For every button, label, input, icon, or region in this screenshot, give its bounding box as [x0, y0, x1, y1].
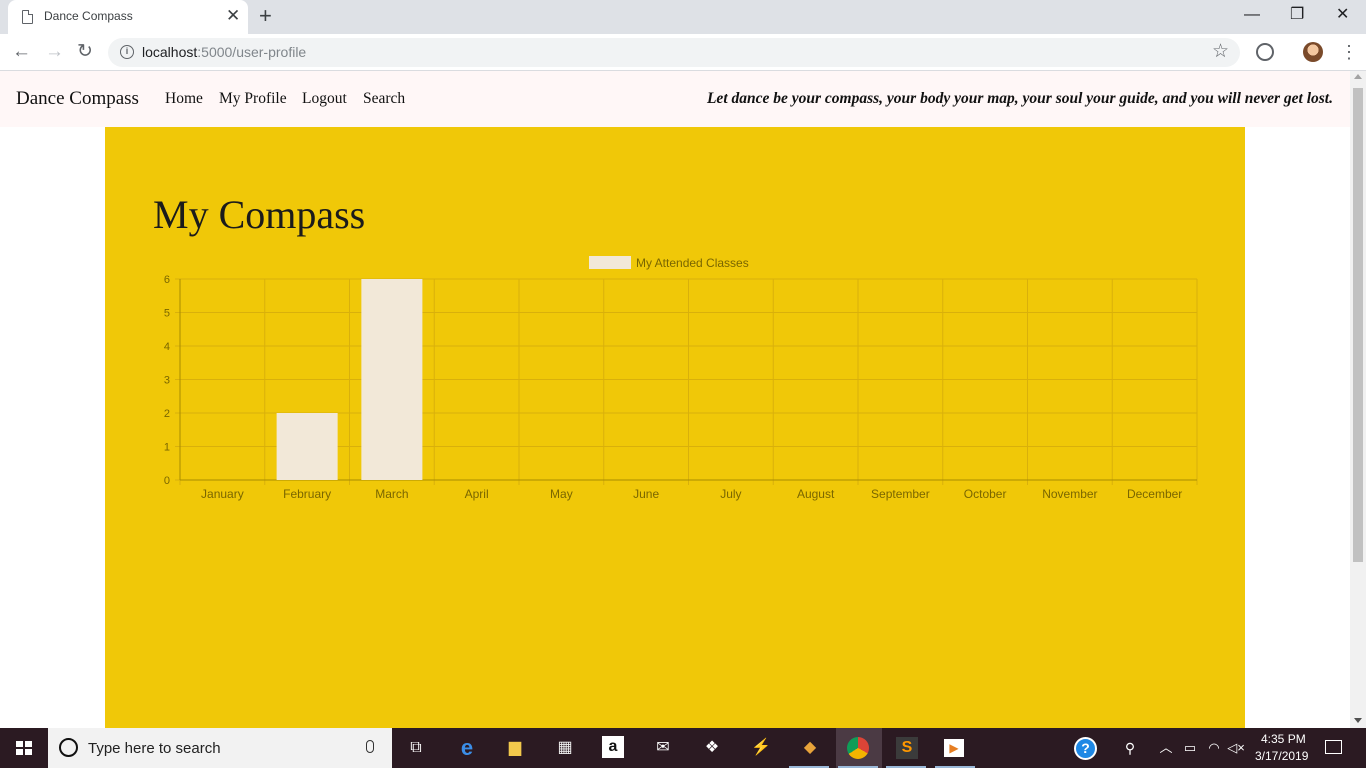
x-tick-label: January	[201, 487, 244, 501]
y-tick-label: 3	[164, 375, 170, 387]
vertical-scrollbar[interactable]	[1350, 71, 1366, 728]
x-tick-label: March	[375, 487, 408, 501]
bar-march	[361, 279, 423, 480]
microphone-icon[interactable]	[366, 740, 374, 753]
compass-panel: My Compass 0 1 2 3 4 5 6 January February March Ap…	[105, 127, 1245, 728]
vscode-icon[interactable]: ⚡	[749, 736, 773, 760]
legend-label: My Attended Classes	[636, 256, 749, 270]
x-tick-label: May	[550, 487, 573, 501]
site-navbar: Dance Compass Home My Profile Logout Sea…	[0, 71, 1350, 127]
scroll-up-arrow-icon[interactable]	[1354, 74, 1362, 79]
brand-link[interactable]: Dance Compass	[16, 88, 139, 110]
nav-my-profile[interactable]: My Profile	[219, 90, 287, 108]
git-icon[interactable]: ◆	[798, 736, 822, 760]
minimize-icon[interactable]: —	[1244, 4, 1260, 26]
x-tick-label: November	[1042, 487, 1097, 501]
help-icon[interactable]: ?	[1074, 737, 1097, 760]
new-tab-icon[interactable]: +	[259, 3, 272, 29]
people-icon[interactable]: ⚲	[1118, 736, 1142, 760]
notifications-icon[interactable]	[1325, 740, 1342, 754]
dropbox-icon[interactable]: ❖	[700, 736, 724, 760]
scroll-thumb[interactable]	[1353, 88, 1363, 562]
clock-date[interactable]: 3/17/2019	[1255, 749, 1308, 763]
bookmark-star-icon[interactable]: ☆	[1212, 40, 1229, 63]
start-button[interactable]	[0, 728, 48, 768]
x-tick-label: February	[283, 487, 331, 501]
sublime-text-icon[interactable]: S	[896, 737, 918, 759]
restore-icon[interactable]: ❐	[1290, 4, 1304, 26]
clock-time[interactable]: 4:35 PM	[1261, 732, 1306, 746]
file-explorer-icon[interactable]: ▆	[503, 736, 527, 760]
tab-title: Dance Compass	[44, 9, 133, 23]
taskbar-search[interactable]: Type here to search	[48, 728, 392, 768]
show-hidden-icons-chevron-up-icon[interactable]: ︿	[1154, 736, 1178, 760]
cortana-icon	[59, 738, 78, 757]
volume-muted-icon[interactable]: ◁×	[1224, 736, 1248, 760]
y-tick-label: 6	[164, 274, 170, 286]
x-tick-label: June	[633, 487, 659, 501]
page-viewport: Dance Compass Home My Profile Logout Sea…	[0, 71, 1350, 728]
profile-avatar[interactable]	[1303, 42, 1323, 62]
close-tab-icon[interactable]: ✕	[226, 6, 240, 26]
nav-home[interactable]: Home	[165, 90, 203, 108]
info-icon[interactable]: i	[120, 45, 134, 59]
browser-toolbar: ← → ↻ i localhost:5000/user-profile ☆	[0, 34, 1366, 71]
edge-icon[interactable]: e	[455, 736, 479, 760]
y-tick-label: 5	[164, 308, 170, 320]
url-path: :5000/user-profile	[197, 44, 307, 60]
close-window-icon[interactable]: ✕	[1336, 4, 1349, 26]
bar-february	[276, 413, 338, 480]
x-tick-label: August	[797, 487, 835, 501]
browser-titlebar: Dance Compass ✕ + — ❐ ✕	[0, 0, 1366, 34]
battery-icon[interactable]: ▭	[1178, 736, 1202, 760]
mail-icon[interactable]: ✉	[651, 736, 675, 760]
x-tick-label: July	[720, 487, 741, 501]
media-player-icon[interactable]: ▶	[944, 739, 964, 757]
menu-dots-icon[interactable]: ⋮	[1340, 39, 1358, 65]
y-tick-label: 4	[164, 341, 170, 353]
url-host: localhost	[142, 44, 198, 60]
back-icon[interactable]: ←	[12, 39, 31, 65]
task-view-icon[interactable]: ⧉	[404, 736, 428, 760]
nav-logout[interactable]: Logout	[302, 90, 347, 108]
legend-swatch	[589, 256, 631, 269]
x-tick-label: September	[871, 487, 930, 501]
taskbar-search-placeholder: Type here to search	[88, 740, 221, 757]
scroll-down-arrow-icon[interactable]	[1354, 718, 1362, 723]
address-bar[interactable]: i localhost:5000/user-profile ☆	[108, 38, 1240, 67]
y-tick-label: 1	[164, 442, 170, 454]
x-tick-label: December	[1127, 487, 1182, 501]
forward-icon[interactable]: →	[45, 39, 64, 65]
attended-classes-chart: 0 1 2 3 4 5 6 January February March April May June J…	[164, 256, 1198, 501]
x-tick-label: April	[465, 487, 489, 501]
windows-taskbar: Type here to search ⧉ e ▆ ▦ a ✉ ❖ ⚡ ◆ S …	[0, 728, 1366, 768]
nav-search[interactable]: Search	[363, 90, 405, 108]
page-icon	[22, 10, 33, 24]
amazon-icon[interactable]: a	[602, 736, 624, 758]
y-tick-label: 0	[164, 475, 170, 487]
reload-icon[interactable]: ↻	[77, 39, 93, 65]
x-tick-label: October	[964, 487, 1007, 501]
wifi-icon[interactable]: ◠	[1202, 736, 1226, 760]
windows-logo-icon	[16, 741, 32, 755]
url-text: localhost:5000/user-profile	[142, 44, 306, 60]
browser-tab[interactable]: Dance Compass ✕	[8, 0, 248, 34]
y-tick-label: 2	[164, 408, 170, 420]
chrome-icon[interactable]	[847, 737, 869, 759]
site-tagline: Let dance be your compass, your body you…	[706, 90, 1333, 107]
extension-icon[interactable]	[1256, 43, 1274, 61]
store-icon[interactable]: ▦	[553, 736, 577, 760]
